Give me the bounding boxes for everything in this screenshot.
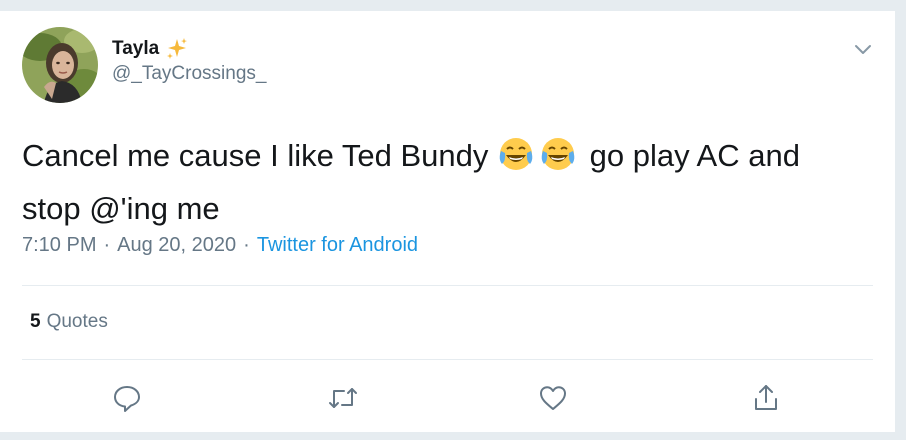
- reply-icon[interactable]: [110, 381, 144, 415]
- tweet-text: Cancel me cause I like Ted Bundy go play…: [22, 133, 862, 232]
- tweet-meta: 7:10 PM · Aug 20, 2020 · Twitter for And…: [22, 234, 418, 257]
- meta-separator: ·: [243, 234, 250, 256]
- like-icon[interactable]: [536, 381, 570, 415]
- retweet-icon[interactable]: [326, 381, 360, 415]
- quotes-label: Quotes: [46, 311, 108, 332]
- meta-separator: ·: [103, 234, 111, 256]
- tweet-card: Tayla @_TayCrossings_ Cancel me cause I …: [0, 10, 896, 432]
- author-handle[interactable]: @_TayCrossings_: [112, 63, 266, 85]
- tweet-text-part: Cancel me cause I like Ted Bundy: [22, 138, 489, 173]
- quotes-stat[interactable]: 5 Quotes: [30, 311, 108, 333]
- quotes-count: 5: [30, 311, 41, 332]
- face-with-tears-of-joy-icon: [497, 135, 535, 186]
- tweet-time[interactable]: 7:10 PM: [22, 234, 96, 257]
- avatar[interactable]: [22, 27, 98, 103]
- face-with-tears-of-joy-icon: [539, 135, 577, 186]
- tweet-date[interactable]: Aug 20, 2020: [117, 234, 236, 257]
- author-display-name[interactable]: Tayla: [112, 38, 159, 60]
- tweet-source-link[interactable]: Twitter for Android: [257, 234, 418, 257]
- divider: [22, 285, 873, 286]
- divider: [22, 359, 873, 360]
- share-icon[interactable]: [749, 381, 783, 415]
- tweet-actions: [0, 373, 896, 417]
- chevron-down-icon[interactable]: [849, 35, 877, 63]
- author-name-row: Tayla: [112, 37, 189, 61]
- sparkles-icon: [165, 37, 189, 61]
